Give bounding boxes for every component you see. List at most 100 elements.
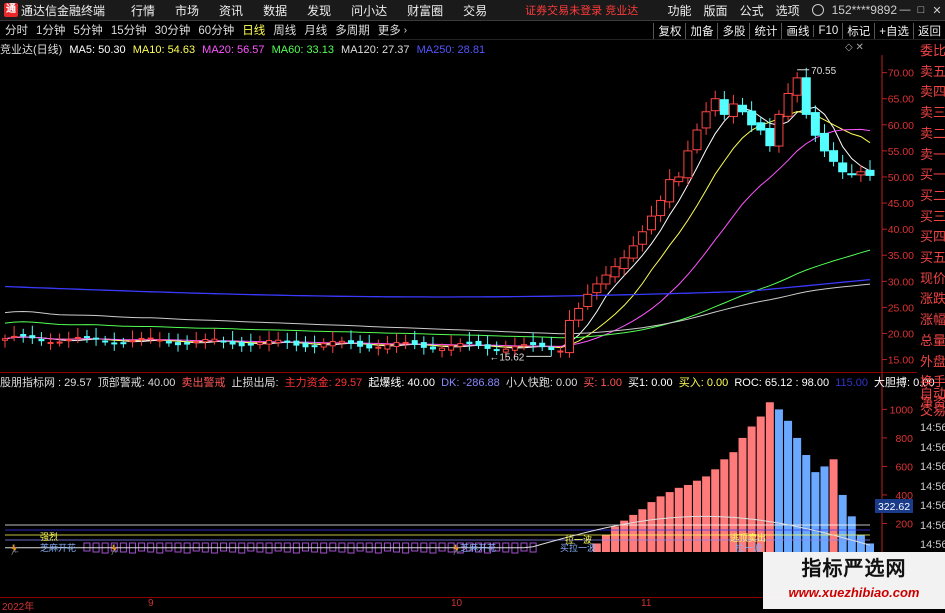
tool-add-watchlist[interactable]: +自选 [874,22,913,39]
ind-bar-neg [320,542,328,554]
sidebar-item-6[interactable]: 买一 [917,165,945,186]
tool-f10[interactable]: F10 [813,24,842,37]
period-more[interactable]: 更多 [378,22,401,38]
sidebar-item-7[interactable]: 买二 [917,186,945,207]
price-tick-label: 50.00 [888,172,914,184]
candle-body [193,341,200,344]
candle-body [856,171,866,176]
sidebar-item-4[interactable]: 卖二 [917,124,945,145]
tool-overlay[interactable]: 加备 [685,22,717,39]
price-tick-label: 30.00 [888,276,914,288]
period-60min[interactable]: 60分钟 [198,22,234,38]
indicator-info-bar: 股朋指标网 : 29.57 顶部警戒: 40.00 卖出警戒 止损出局: 主力资… [0,374,935,389]
stock-label[interactable]: 竞业达(日线) [0,44,62,56]
user-icon[interactable] [811,4,824,16]
period-1min[interactable]: 1分钟 [36,22,65,38]
sidebar-item-15[interactable]: 外盘 [917,352,945,373]
ind-bar-neg [283,542,291,553]
sidebar-item-19[interactable]: 交易 [917,402,945,419]
ind-bar-neg [393,542,401,553]
sidebar-item-5[interactable]: 卖一 [917,145,945,166]
ind-bar [820,466,829,552]
candle-body [637,231,647,245]
ind-bar-neg [493,542,501,552]
candle-body [165,341,172,344]
menu-data[interactable]: 数据 [263,2,287,19]
tool-adjust[interactable]: 复权 [653,22,685,39]
period-15min[interactable]: 15分钟 [111,22,147,38]
sidebar-item-18[interactable]: 自动 [917,385,945,402]
ind-bar [765,402,774,552]
minimize-button[interactable]: — [897,4,913,16]
sidebar-item-8[interactable]: 买三 [917,207,945,228]
ind-bar-neg [138,542,146,552]
user-id[interactable]: 152****9892 [832,3,897,17]
sidebar-time-3: 14:56 [920,480,945,493]
menu-layout[interactable]: 版面 [704,2,728,19]
sidebar-item-12[interactable]: 涨跌 [917,289,945,310]
annotation-label: 买拉一波 [560,542,596,553]
menu-function[interactable]: 功能 [668,2,692,19]
period-weekly[interactable]: 周线 [273,22,296,38]
menu-quotes[interactable]: 行情 [131,2,155,19]
ind-bar [856,534,865,552]
menu-news[interactable]: 资讯 [219,2,243,19]
ind-item-11: ROC: 65.12 : 98.00 [734,377,830,389]
sidebar-item-1[interactable]: 卖五 [917,62,945,83]
maximize-button[interactable]: □ [913,4,929,16]
ind-bar-neg [511,542,519,554]
sidebar-item-0[interactable]: 委比 [917,41,945,62]
ind-bar [693,480,701,552]
tool-stats[interactable]: 统计 [749,22,781,39]
candle-body [565,319,575,354]
menu-discover[interactable]: 发现 [307,2,331,19]
tool-draw[interactable]: 画线 [781,22,813,39]
period-5min[interactable]: 5分钟 [73,22,102,38]
price-axis-grid: 70.00 65.00 60.00 55.00 50.00 45.00 40.00 35.00… [881,55,914,597]
ind-bar-neg [402,542,410,554]
sidebar-item-3[interactable]: 卖三 [917,103,945,124]
ma5-label: MA5: 50.30 [69,44,126,56]
price-tick-label: 70.00 [888,68,914,80]
menu-trade[interactable]: 交易 [463,2,487,19]
sidebar-item-10[interactable]: 买五 [917,248,945,269]
menu-wealth[interactable]: 财富圈 [407,2,443,19]
sidebar-item-2[interactable]: 卖四 [917,82,945,103]
menu-formula[interactable]: 公式 [740,2,764,19]
ind-item-6: DK: -286.88 [441,377,500,389]
menu-options[interactable]: 选项 [776,2,800,19]
close-button[interactable]: ✕ [929,4,945,17]
period-timeshare[interactable]: 分时 [5,22,28,38]
candle-body [429,346,436,350]
menu-ask[interactable]: 问小达 [351,2,387,19]
ma60-label: MA60: 33.13 [271,44,334,56]
login-warning[interactable]: 证券交易未登录 竞业达 [525,2,638,18]
candle-body [147,337,154,340]
ind-bar-neg [438,542,446,552]
ind-bar [847,516,856,552]
candle-body [810,112,820,136]
candle-body [539,342,546,348]
chart-settings-icon[interactable]: ◇ ✕ [845,42,864,53]
tool-back[interactable]: 返回 [913,22,945,39]
ind-bar [747,426,756,552]
tool-mark[interactable]: 标记 [842,22,874,39]
sidebar-item-13[interactable]: 涨幅 [917,310,945,331]
sidebar-item-9[interactable]: 买四 [917,227,945,248]
period-30min[interactable]: 30分钟 [155,22,191,38]
candle-body [765,128,775,147]
period-multi[interactable]: 多周期 [335,22,370,38]
chevron-right-icon[interactable]: › [404,25,407,36]
sidebar-time-2: 14:56 [920,461,945,473]
menu-market[interactable]: 市场 [175,2,199,19]
sidebar-item-14[interactable]: 总量 [917,331,945,352]
candle-body [665,179,675,203]
candle-body [484,344,491,349]
period-monthly[interactable]: 月线 [304,22,327,38]
tool-multi-stock[interactable]: 多股 [717,22,749,39]
period-daily[interactable]: 日线 [242,22,265,38]
ma20-label: MA20: 56.57 [202,44,265,56]
price-chart[interactable]: 70.00 65.00 60.00 55.00 50.00 45.00 40.00 35.00… [0,0,945,609]
candle-body [801,77,811,115]
sidebar-item-11[interactable]: 现价 [917,269,945,290]
